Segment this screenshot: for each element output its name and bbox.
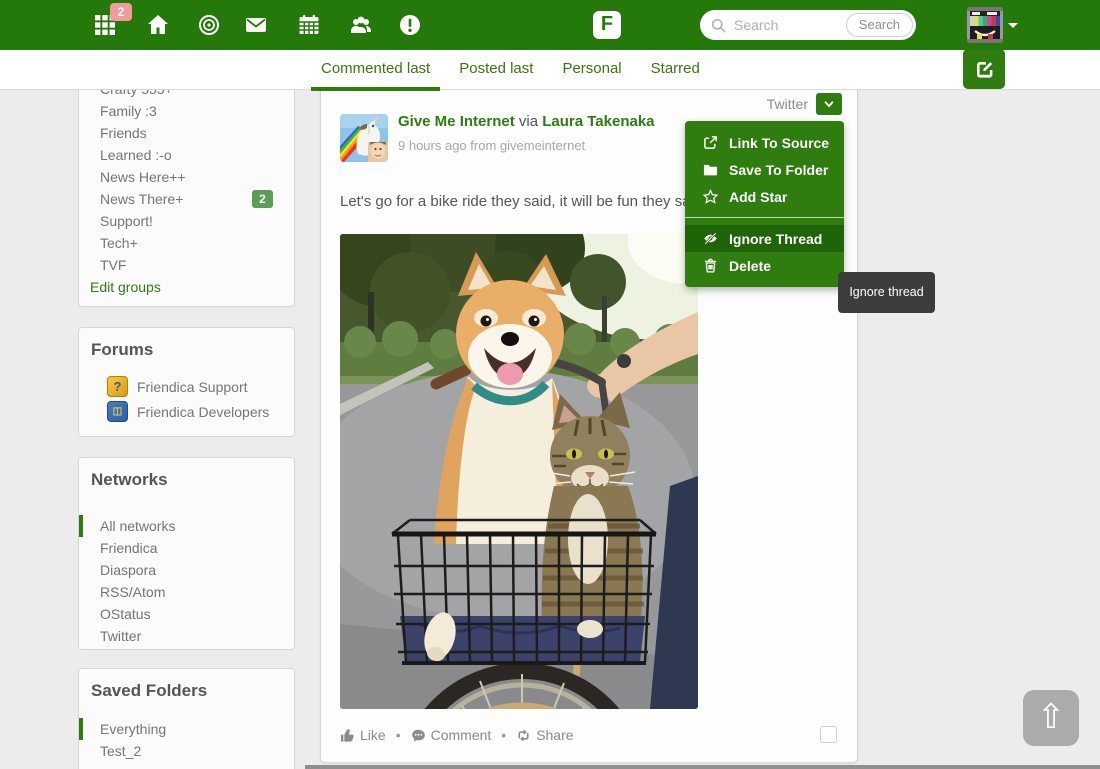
group-item[interactable]: Learned :-o xyxy=(79,144,294,166)
dog-cat-bike-photo xyxy=(340,234,698,709)
post-title-line: Give Me Internet via Laura Takenaka xyxy=(398,113,655,130)
group-item[interactable]: TVF xyxy=(79,254,294,276)
network-item-twitter[interactable]: Twitter xyxy=(79,625,294,647)
post-photo-dog-cat-basket[interactable] xyxy=(340,234,698,709)
testcard-avatar-image xyxy=(967,7,1003,43)
comment-bubble-icon xyxy=(411,728,426,743)
menu-item-delete[interactable]: Delete xyxy=(685,252,844,279)
forums-panel: Forums ? Friendica Support ◫ Friendica D… xyxy=(78,327,295,437)
calendar-icon[interactable] xyxy=(298,14,322,36)
forum-item-friendica-support[interactable]: ? Friendica Support xyxy=(79,374,294,399)
forum-support-icon: ? xyxy=(107,376,128,397)
group-item[interactable]: News Here++ xyxy=(79,166,294,188)
edit-groups-link[interactable]: Edit groups xyxy=(79,276,294,298)
user-avatar[interactable] xyxy=(967,7,1003,43)
scroll-to-top-button[interactable]: ⇧ xyxy=(1023,690,1079,746)
action-separator: • xyxy=(396,727,401,743)
networks-title: Networks xyxy=(79,458,294,490)
next-post-edge xyxy=(305,765,1100,769)
compose-post-button[interactable] xyxy=(963,49,1005,89)
chevron-down-icon xyxy=(823,98,835,110)
thumbs-up-icon xyxy=(340,728,355,743)
eye-slash-icon xyxy=(703,231,718,246)
post-menu-toggle-button[interactable] xyxy=(816,93,842,115)
notification-count-badge: 2 xyxy=(110,3,132,21)
bullseye-icon[interactable] xyxy=(198,14,222,36)
post-select-checkbox[interactable] xyxy=(820,726,837,743)
saved-folders-panel: Saved Folders Everything Test_2 xyxy=(78,668,295,769)
network-item-diaspora[interactable]: Diaspora xyxy=(79,559,294,581)
folder-icon xyxy=(703,162,718,177)
friendica-network-page: 2 F Search xyxy=(0,0,1100,769)
menu-separator xyxy=(685,217,844,218)
menu-item-add-star[interactable]: Add Star xyxy=(685,183,844,210)
pencil-square-icon xyxy=(974,59,995,80)
group-unread-badge: 2 xyxy=(252,190,273,208)
via-label: via xyxy=(519,113,538,130)
external-link-icon xyxy=(703,135,718,150)
post-author-avatar[interactable] xyxy=(340,114,388,162)
messages-envelope-icon[interactable] xyxy=(245,14,269,36)
friendica-logo[interactable]: F xyxy=(593,11,621,39)
group-item[interactable]: News There+ 2 xyxy=(79,188,294,210)
groups-panel: Crafty 555+ Family :3 Friends Learned :-… xyxy=(78,56,295,307)
search-icon xyxy=(711,18,726,33)
network-item-friendica[interactable]: Friendica xyxy=(79,537,294,559)
menu-item-link-to-source[interactable]: Link To Source xyxy=(685,129,844,156)
active-indicator xyxy=(79,515,83,537)
groups-people-icon[interactable] xyxy=(350,14,374,36)
menu-item-save-to-folder[interactable]: Save To Folder xyxy=(685,156,844,183)
forum-developers-icon: ◫ xyxy=(107,401,128,422)
like-button[interactable]: Like xyxy=(340,727,386,743)
network-item-all[interactable]: All networks xyxy=(79,515,294,537)
post-timestamp: 9 hours ago from givemeinternet xyxy=(398,138,585,153)
forum-item-friendica-developers[interactable]: ◫ Friendica Developers xyxy=(79,399,294,424)
group-item[interactable]: Friends xyxy=(79,122,294,144)
avatar-caret-down-icon[interactable] xyxy=(1008,23,1018,28)
stream-tabbar: Commented last Posted last Personal Star… xyxy=(0,50,1100,90)
post-author-link[interactable]: Give Me Internet xyxy=(398,113,515,130)
network-item-rss-atom[interactable]: RSS/Atom xyxy=(79,581,294,603)
tab-starred[interactable]: Starred xyxy=(641,50,710,90)
folder-item-everything[interactable]: Everything xyxy=(79,718,294,740)
tab-commented-last[interactable]: Commented last xyxy=(311,50,440,90)
network-item-ostatus[interactable]: OStatus xyxy=(79,603,294,625)
group-item[interactable]: Family :3 xyxy=(79,100,294,122)
trash-icon xyxy=(703,258,718,273)
post-via-author-link[interactable]: Laura Takenaka xyxy=(542,113,654,130)
saved-folders-title: Saved Folders xyxy=(79,669,294,701)
post-action-bar: Like • Comment • Share xyxy=(340,727,574,743)
active-indicator xyxy=(79,718,83,740)
search-input[interactable] xyxy=(734,17,846,33)
home-icon[interactable] xyxy=(147,14,171,36)
forums-title: Forums xyxy=(79,328,294,360)
retweet-share-icon xyxy=(516,728,531,743)
search-submit-button[interactable]: Search xyxy=(846,13,913,37)
tab-personal[interactable]: Personal xyxy=(552,50,631,90)
ignore-thread-tooltip: Ignore thread xyxy=(838,272,935,313)
top-navbar: 2 F Search xyxy=(0,0,1100,50)
comment-button[interactable]: Comment xyxy=(411,727,492,743)
tab-posted-last[interactable]: Posted last xyxy=(449,50,543,90)
unicorn-avatar-image xyxy=(340,114,388,162)
folder-item-test2[interactable]: Test_2 xyxy=(79,740,294,762)
search-box: Search xyxy=(700,10,916,40)
post-options-menu: Link To Source Save To Folder Add Star I… xyxy=(685,121,844,287)
alert-exclamation-icon[interactable] xyxy=(399,14,423,36)
group-item[interactable]: Tech+ xyxy=(79,232,294,254)
group-item[interactable]: Support! xyxy=(79,210,294,232)
star-outline-icon xyxy=(703,189,718,204)
share-button[interactable]: Share xyxy=(516,727,573,743)
groups-list: Crafty 555+ Family :3 Friends Learned :-… xyxy=(79,78,294,276)
menu-item-ignore-thread[interactable]: Ignore Thread xyxy=(685,225,844,252)
action-separator: • xyxy=(501,727,506,743)
post-network-label: Twitter xyxy=(767,96,808,112)
networks-panel: Networks All networks Friendica Diaspora… xyxy=(78,457,295,650)
